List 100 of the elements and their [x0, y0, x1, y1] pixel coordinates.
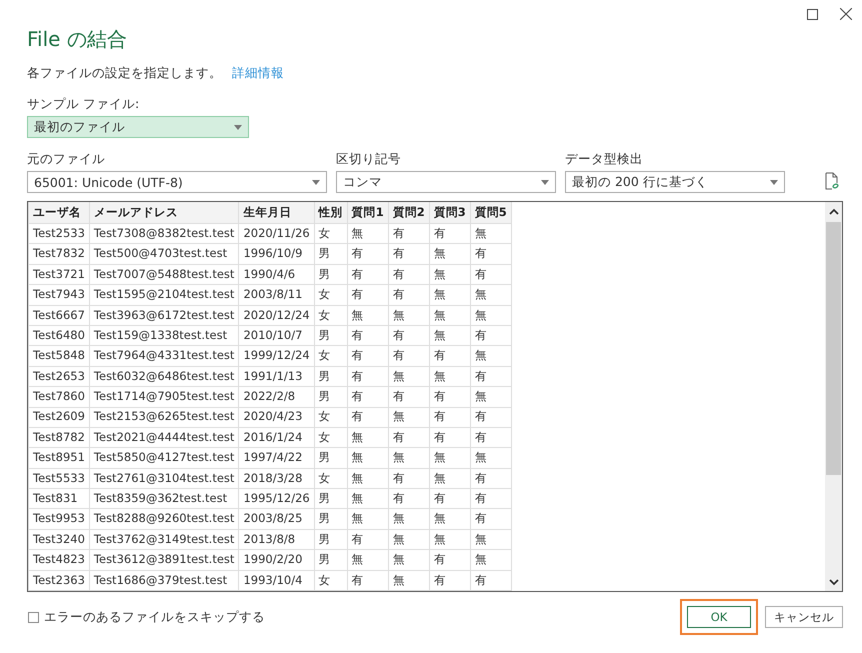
table-cell: 無	[347, 488, 388, 509]
table-cell: 無	[470, 346, 512, 366]
table-cell: 2010/10/7	[238, 325, 314, 346]
table-cell: 有	[347, 284, 388, 306]
table-cell: 有	[470, 508, 512, 530]
table-cell: 無	[347, 305, 388, 326]
table-cell: 有	[429, 488, 470, 509]
table-cell: 2003/8/25	[238, 508, 314, 530]
table-cell: 無	[388, 407, 430, 428]
table-cell: 有	[388, 264, 430, 285]
table-cell: 有	[470, 264, 512, 285]
scrollbar-thumb[interactable]	[826, 222, 841, 475]
table-cell: 無	[429, 448, 470, 468]
column-header: 生年月日	[238, 202, 314, 224]
table-cell: 有	[470, 366, 512, 387]
table-cell: Test2533	[28, 224, 90, 244]
option-dropdown[interactable]: コンマ	[336, 171, 556, 193]
table-cell: Test500@4703test.test	[89, 244, 239, 264]
column-header: メールアドレス	[89, 202, 239, 224]
table-cell: 男	[314, 508, 348, 530]
table-cell: 無	[470, 386, 512, 408]
table-cell: 無	[429, 508, 470, 530]
table-cell: 有	[429, 224, 470, 244]
column-header: 質問5	[470, 202, 512, 224]
table-cell: 有	[429, 346, 470, 366]
caret-icon	[234, 124, 242, 130]
table-cell: 無	[347, 468, 388, 489]
table-cell: 有	[388, 386, 430, 408]
table-cell: Test8782	[28, 427, 90, 448]
table-cell: 無	[429, 305, 470, 326]
table-cell: 無	[388, 448, 430, 468]
table-cell: 1995/12/26	[238, 488, 314, 509]
table-cell: Test3721	[28, 264, 90, 285]
table-cell: 1991/1/13	[238, 366, 314, 387]
table-cell: Test3762@3149test.test	[89, 529, 239, 550]
field-label: 区切り記号	[336, 151, 402, 168]
table-cell: 無	[388, 570, 430, 591]
table-cell: Test1714@7905test.test	[89, 386, 239, 408]
table-cell: Test5850@4127test.test	[89, 448, 239, 468]
table-cell: 無	[347, 224, 388, 244]
table-cell: 有	[347, 386, 388, 408]
table-cell: 有	[470, 488, 512, 509]
table-cell: 有	[429, 550, 470, 570]
table-cell: 1996/10/9	[238, 244, 314, 264]
ok-button[interactable]: OK	[687, 606, 751, 628]
table-cell: Test6480	[28, 325, 90, 346]
table-cell: 有	[347, 529, 388, 550]
checkbox[interactable]	[28, 612, 39, 622]
table-cell: 無	[347, 508, 388, 530]
column-header: ユーザ名	[28, 202, 90, 224]
table-cell: 女	[314, 468, 348, 489]
table-cell: Test6032@6486test.test	[89, 366, 239, 387]
table-cell: 2020/12/24	[238, 305, 314, 326]
option-dropdown[interactable]: 最初の 200 行に基づく	[565, 171, 785, 193]
table-cell: 無	[388, 550, 430, 570]
option-dropdown[interactable]: 65001: Unicode (UTF-8)	[27, 171, 327, 193]
table-cell: 1990/2/20	[238, 550, 314, 570]
table-cell: 有	[388, 346, 430, 366]
field-label: データ型検出	[565, 151, 644, 168]
table-cell: 有	[470, 244, 512, 264]
table-cell: 無	[388, 508, 430, 530]
table-cell: 無	[429, 468, 470, 489]
table-cell: Test3612@3891test.test	[89, 550, 239, 570]
table-cell: 2020/4/23	[238, 407, 314, 428]
table-cell: 女	[314, 570, 348, 591]
table-cell: 無	[429, 264, 470, 285]
table-cell: 有	[470, 570, 512, 591]
table-cell: 無	[470, 550, 512, 570]
table-cell: Test3240	[28, 529, 90, 550]
table-cell: Test3963@6172test.test	[89, 305, 239, 326]
table-cell: 男	[314, 550, 348, 570]
table-cell: 無	[347, 448, 388, 468]
table-cell: 有	[388, 427, 430, 448]
table-cell: 有	[388, 224, 430, 244]
table-cell: Test8288@9260test.test	[89, 508, 239, 530]
table-cell: 1999/12/24	[238, 346, 314, 366]
table-cell: Test7007@5488test.test	[89, 264, 239, 285]
table-cell: 1993/10/4	[238, 570, 314, 591]
table-cell: 無	[429, 284, 470, 306]
table-cell: 有	[347, 244, 388, 264]
column-header: 質問2	[388, 202, 430, 224]
caret-icon	[312, 180, 320, 184]
table-cell: 有	[347, 570, 388, 591]
table-cell: 無	[347, 550, 388, 570]
table-cell: 男	[314, 386, 348, 408]
table-cell: 有	[347, 346, 388, 366]
sample-file-dropdown[interactable]: 最初のファイル	[27, 116, 249, 138]
table-cell: 男	[314, 488, 348, 509]
vertical-scrollbar[interactable]	[825, 202, 842, 591]
dialog-title: File の結合	[27, 26, 128, 53]
table-cell: 男	[314, 325, 348, 346]
details-link[interactable]: 詳細情報	[232, 65, 284, 82]
table-cell: 無	[470, 284, 512, 306]
table-cell: Test2653	[28, 366, 90, 387]
table-cell: 女	[314, 427, 348, 448]
table-cell: 無	[347, 427, 388, 448]
table-cell: Test7943	[28, 284, 90, 306]
table-cell: 無	[470, 529, 512, 550]
maximize-icon	[806, 8, 818, 20]
cancel-button[interactable]: キャンセル	[765, 606, 843, 628]
